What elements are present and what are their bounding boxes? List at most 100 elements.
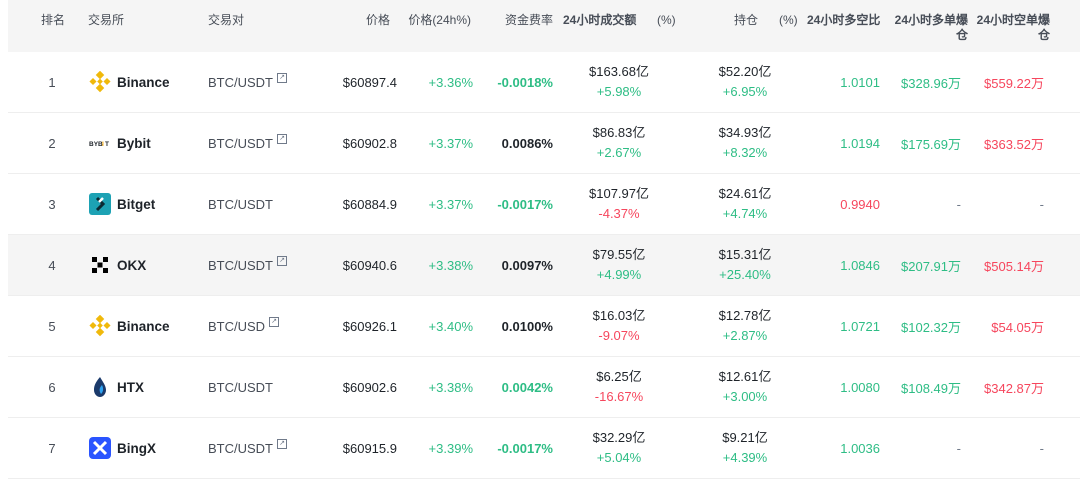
oi-change: +8.32% [722,145,768,160]
bingx-logo-icon [88,436,112,460]
oi-cell: $9.21亿 +4.39% [690,418,800,478]
funding-cell: -0.0017% [497,440,553,456]
header-volume[interactable]: 24小时成交额 [563,13,636,28]
rank-cell: 6 [48,379,56,395]
price-cell: $60902.6 [342,379,397,395]
futures-exchange-table: 排名 交易所 交易对 价格 价格(24h%) 资金费率 24小时成交额 (%) … [0,0,1080,479]
ratio-cell: 1.0036 [840,440,880,456]
exchange-name: HTX [117,379,144,395]
ratio-cell: 1.0721 [840,318,880,334]
volume-value: $32.29亿 [592,430,646,445]
volume-cell: $163.68亿 +5.98% [564,52,674,112]
volume-value: $86.83亿 [592,125,646,140]
volume-change: +4.99% [596,267,642,282]
bitget-logo-icon [88,192,112,216]
volume-value: $163.68亿 [589,64,649,79]
table-row[interactable]: 1 Binance BTC/USDT ↗ $60897.4 +3.36% -0.… [8,52,1080,113]
header-pair[interactable]: 交易对 [208,13,244,28]
oi-value: $52.20亿 [718,64,772,79]
ratio-cell: 1.0194 [840,135,880,151]
volume-cell: $107.97亿 -4.37% [564,174,674,234]
oi-value: $12.61亿 [718,369,772,384]
volume-cell: $16.03亿 -9.07% [564,296,674,356]
binance-logo-icon [88,314,112,338]
liq-long-cell: - [956,440,961,456]
header-exchange[interactable]: 交易所 [88,13,124,28]
header-liq-short-line1: 24小时空单爆 [976,13,1050,27]
change-cell: +3.37% [428,196,473,212]
header-volume-pct[interactable]: (%) [657,13,676,28]
header-funding[interactable]: 资金费率 [505,13,553,28]
pair-name: BTC/USDT [208,74,273,90]
volume-change: -16.67% [594,389,644,404]
header-price[interactable]: 价格 [366,13,390,28]
pair-name: BTC/USDT [208,135,273,151]
header-oi-pct[interactable]: (%) [779,13,798,28]
funding-cell: 0.0086% [501,135,553,151]
rank-cell: 4 [48,257,56,273]
header-liq-long[interactable]: 24小时多单爆 仓 [888,13,968,43]
rank-cell: 2 [48,135,56,151]
exchange-name: Bitget [117,196,156,212]
header-liq-long-line1: 24小时多单爆 [894,13,968,27]
price-cell: $60915.9 [342,440,397,456]
oi-cell: $24.61亿 +4.74% [690,174,800,234]
price-cell: $60897.4 [342,74,397,90]
rank-cell: 3 [48,196,56,212]
ratio-cell: 1.0846 [840,257,880,273]
header-liq-short[interactable]: 24小时空单爆 仓 [970,13,1050,43]
volume-value: $16.03亿 [592,308,646,323]
volume-cell: $6.25亿 -16.67% [564,357,674,417]
svg-text:BYB: BYB [89,141,103,148]
binance-logo-icon [88,70,112,94]
htx-logo-icon [88,375,112,399]
table-row[interactable]: 5 Binance BTC/USD ↗ $60926.1 +3.40% 0.01… [8,296,1080,357]
table-body: 1 Binance BTC/USDT ↗ $60897.4 +3.36% -0.… [0,52,1080,479]
header-liq-long-line2: 仓 [955,28,968,42]
header-liq-short-line2: 仓 [1037,28,1050,42]
header-ratio[interactable]: 24小时多空比 [807,13,880,28]
table-row[interactable]: 2 BYB I T Bybit BTC/USDT ↗ $60902.8 +3.37%… [8,113,1080,174]
change-cell: +3.38% [428,379,473,395]
volume-cell: $32.29亿 +5.04% [564,418,674,478]
oi-cell: $52.20亿 +6.95% [690,52,800,112]
price-cell: $60926.1 [342,318,397,334]
table-row[interactable]: 4 OKX BTC/USDT ↗ $60940.6 +3.38% 0.0097%… [8,235,1080,296]
liq-short-cell: - [1039,196,1044,212]
pair-name: BTC/USDT [208,196,273,212]
volume-cell: $79.55亿 +4.99% [564,235,674,295]
funding-cell: -0.0017% [497,196,553,212]
liq-long-cell: $102.32万 [901,319,961,335]
ratio-cell: 1.0080 [840,379,880,395]
volume-change: -9.07% [598,328,640,343]
table-row[interactable]: 7 BingX BTC/USDT ↗ $60915.9 +3.39% -0.00… [8,418,1080,479]
oi-change: +6.95% [722,84,768,99]
oi-change: +25.40% [719,267,771,282]
oi-cell: $12.61亿 +3.00% [690,357,800,417]
header-oi[interactable]: 持仓 [734,13,758,28]
oi-value: $24.61亿 [718,186,772,201]
table-row[interactable]: 3 Bitget BTC/USDT $60884.9 +3.37% -0.001… [8,174,1080,235]
funding-cell: 0.0100% [501,318,553,334]
pair-name: BTC/USD [208,318,266,334]
volume-value: $79.55亿 [592,247,646,262]
ratio-cell: 1.0101 [840,74,880,90]
oi-change: +4.39% [722,450,768,465]
header-rank[interactable]: 排名 [41,13,65,28]
exchange-name: Binance [117,318,170,334]
volume-change: +5.98% [596,84,642,99]
liq-short-cell: $54.05万 [991,319,1044,335]
volume-change: +5.04% [596,450,642,465]
volume-change: +2.67% [596,145,642,160]
liq-short-cell: - [1039,440,1044,456]
pair-name: BTC/USDT [208,440,273,456]
exchange-name: Bybit [117,135,151,151]
table-row[interactable]: 6 HTX BTC/USDT $60902.6 +3.38% 0.0042% $… [8,357,1080,418]
header-change[interactable]: 价格(24h%) [408,13,471,28]
volume-value: $6.25亿 [596,369,642,384]
liq-short-cell: $559.22万 [984,75,1044,91]
volume-value: $107.97亿 [589,186,649,201]
liq-long-cell: - [956,196,961,212]
change-cell: +3.37% [428,135,473,151]
oi-value: $15.31亿 [718,247,772,262]
